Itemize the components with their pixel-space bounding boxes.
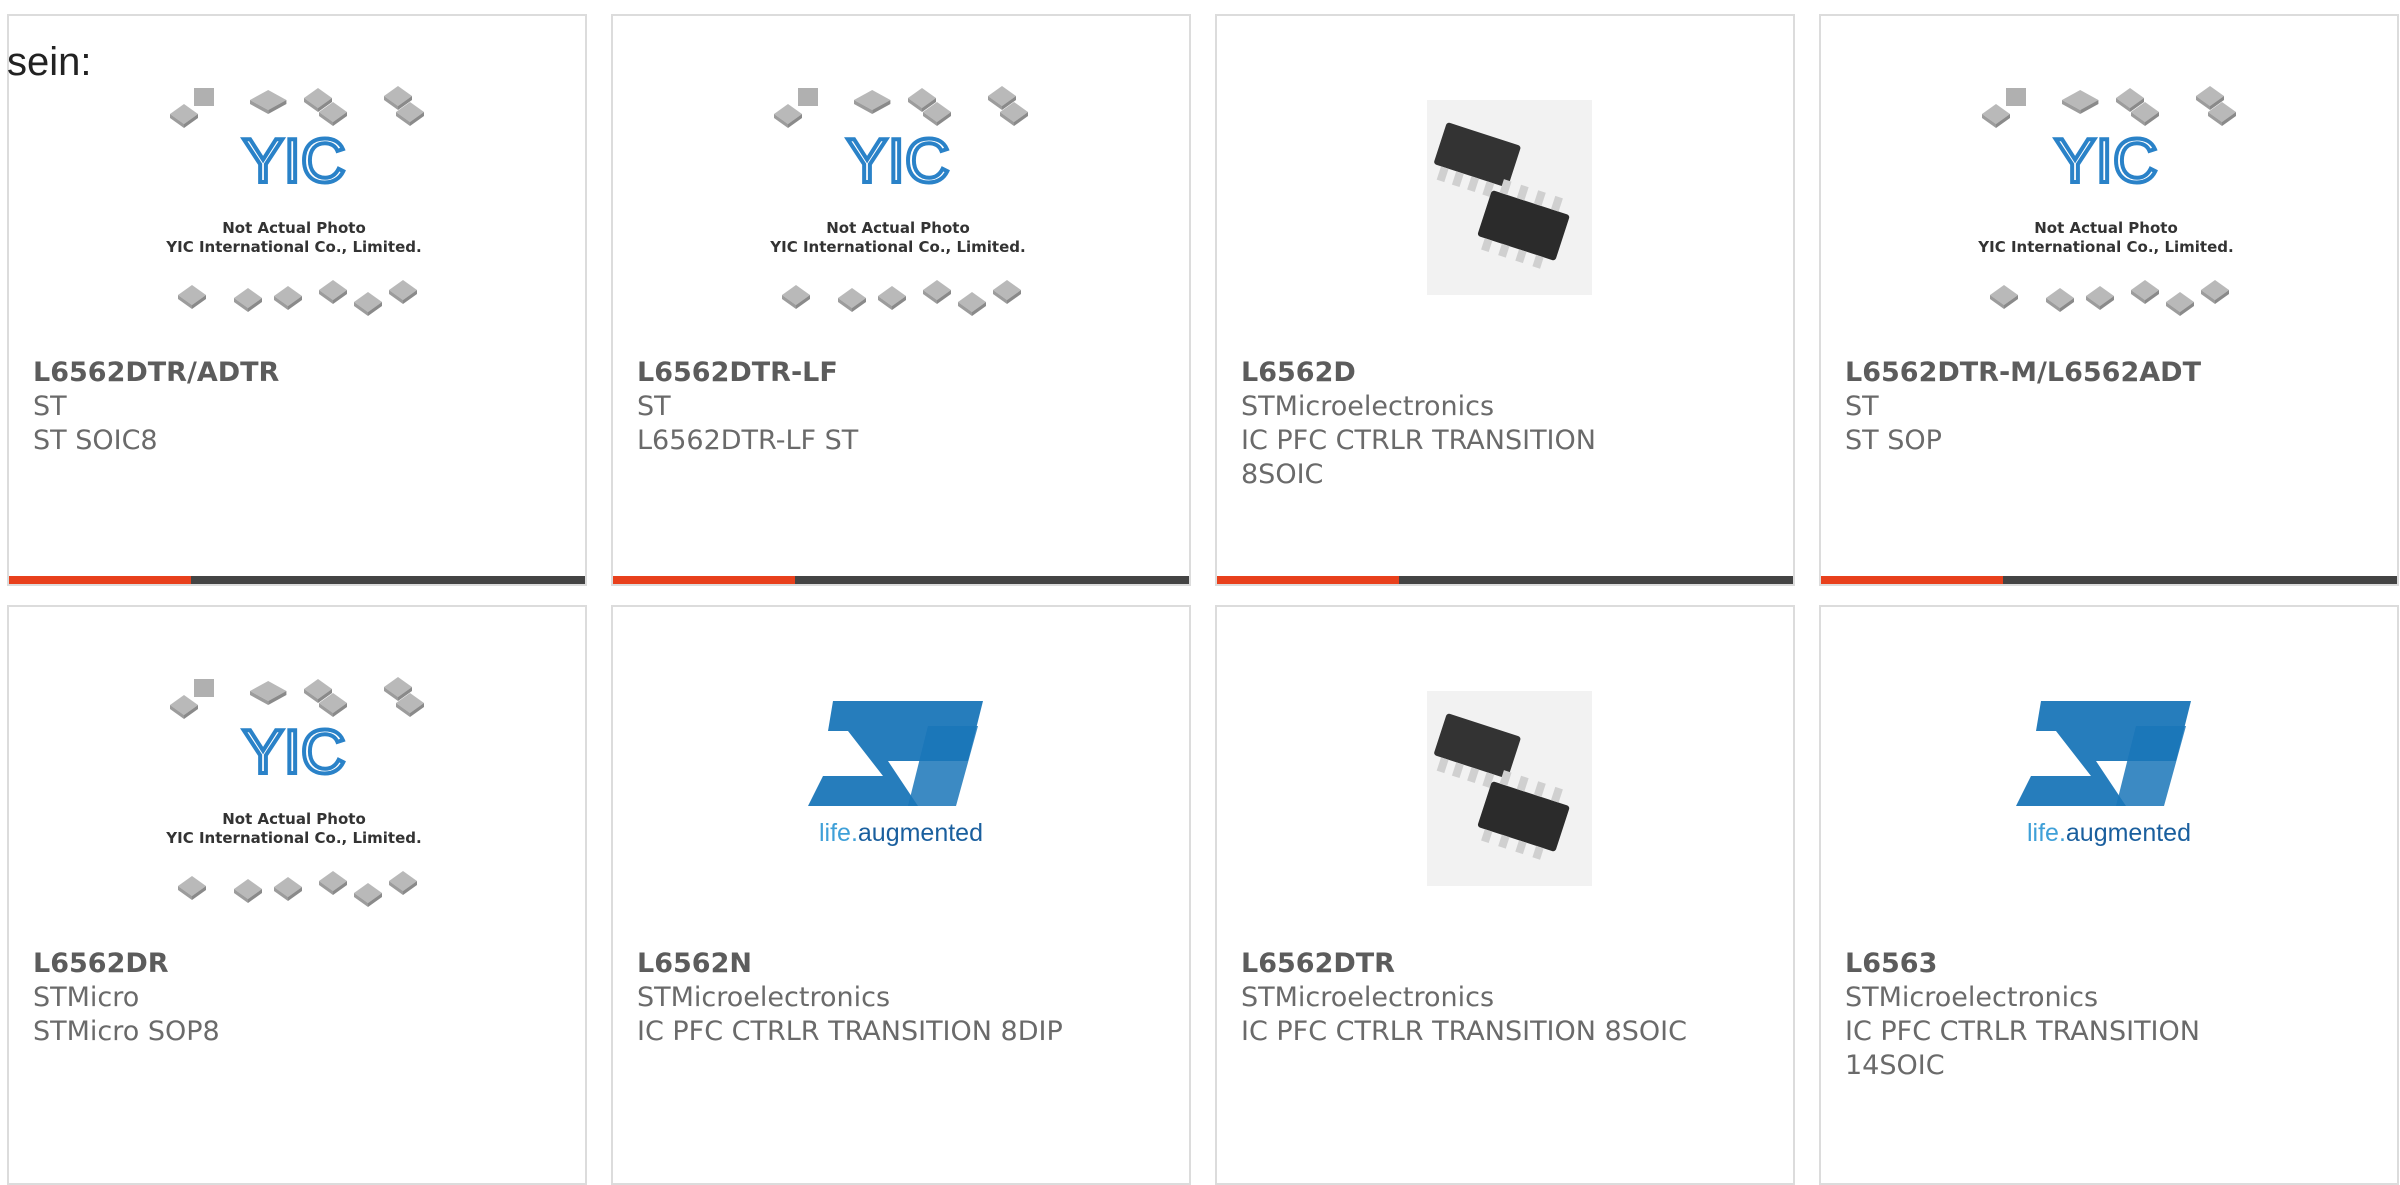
part-number[interactable]: L6562DTR-LF: [637, 356, 1173, 390]
product-image: life.augmented: [1821, 671, 2397, 951]
svg-text:Not Actual Photo: Not Actual Photo: [2034, 219, 2178, 237]
product-info: L6562DTR/ADTR ST ST SOIC8: [33, 356, 569, 458]
accent-segment: [9, 576, 191, 584]
part-number[interactable]: L6562DR: [33, 947, 569, 981]
part-number[interactable]: L6562DTR/ADTR: [33, 356, 569, 390]
svg-text:life.augmented: life.augmented: [2027, 819, 2191, 847]
yic-placeholder-icon: YIC Not Actual Photo YIC International C…: [165, 677, 424, 907]
manufacturer: ST: [637, 391, 671, 422]
product-info: L6562DTR STMicroelectronics IC PFC CTRLR…: [1241, 947, 1777, 1049]
manufacturer: STMicroelectronics: [1845, 982, 2099, 1013]
product-card[interactable]: life.augmented L6563 STMicroelectronics …: [1819, 605, 2399, 1185]
manufacturer: STMicroelectronics: [637, 982, 891, 1013]
st-logo-icon: ST life.augmented: [808, 701, 983, 847]
part-number[interactable]: L6562N: [637, 947, 1173, 981]
svg-text:YIC: YIC: [2054, 127, 2157, 196]
product-info: L6562N STMicroelectronics IC PFC CTRLR T…: [637, 947, 1173, 1049]
accent-segment: [1821, 576, 2003, 584]
product-image: ST life.augmented: [613, 671, 1189, 951]
manufacturer: STMicroelectronics: [1241, 982, 1495, 1013]
product-info: L6562DTR-LF ST L6562DTR-LF ST: [637, 356, 1173, 458]
svg-text:YIC: YIC: [242, 127, 345, 196]
manufacturer: ST: [33, 391, 67, 422]
product-image: YIC Not Actual Photo YIC International C…: [1821, 80, 2397, 360]
svg-text:YIC International Co., Limited: YIC International Co., Limited.: [165, 238, 421, 256]
card-accent-bar: [613, 576, 1189, 584]
card-accent-bar: [9, 576, 585, 584]
product-image: YIC Not Actual Photo YIC International C…: [9, 80, 585, 360]
st-logo-icon: life.augmented: [2016, 701, 2191, 847]
product-info: L6562DR STMicro STMicro SOP8: [33, 947, 569, 1049]
description: IC PFC CTRLR TRANSITION 8SOIC: [1241, 425, 1596, 490]
yic-placeholder-icon: YIC Not Actual Photo YIC International C…: [1977, 86, 2236, 316]
part-number[interactable]: L6562DTR-M/L6562ADT: [1845, 356, 2381, 390]
description: IC PFC CTRLR TRANSITION 8DIP: [637, 1016, 1063, 1047]
yic-placeholder-icon: YIC Not Actual Photo YIC International C…: [165, 86, 424, 316]
soic-chip-icon: [1427, 100, 1592, 295]
accent-segment: [613, 576, 795, 584]
product-card[interactable]: YIC Not Actual Photo YIC International C…: [7, 605, 587, 1185]
product-card[interactable]: L6562D STMicroelectronics IC PFC CTRLR T…: [1215, 14, 1795, 586]
svg-text:Not Actual Photo: Not Actual Photo: [222, 810, 366, 828]
description: L6562DTR-LF ST: [637, 425, 859, 456]
product-image: YIC Not Actual Photo YIC International C…: [9, 671, 585, 951]
product-card[interactable]: YIC Not Actual Photo YIC International C…: [1819, 14, 2399, 586]
part-number[interactable]: L6563: [1845, 947, 2381, 981]
part-number[interactable]: L6562D: [1241, 356, 1777, 390]
svg-text:YIC International Co., Limited: YIC International Co., Limited.: [165, 829, 421, 847]
description: IC PFC CTRLR TRANSITION 14SOIC: [1845, 1016, 2200, 1081]
product-image: [1217, 671, 1793, 951]
description: IC PFC CTRLR TRANSITION 8SOIC: [1241, 1016, 1687, 1047]
svg-text:YIC International Co., Limited: YIC International Co., Limited.: [769, 238, 1025, 256]
soic-chip-icon: [1427, 691, 1592, 886]
svg-text:Not Actual Photo: Not Actual Photo: [826, 219, 970, 237]
product-image: YIC Not Actual Photo YIC International C…: [613, 80, 1189, 360]
svg-text:life.augmented: life.augmented: [819, 819, 983, 847]
yic-placeholder-icon: YIC Not Actual Photo YIC International C…: [769, 86, 1028, 316]
svg-text:YIC: YIC: [846, 127, 949, 196]
product-info: L6562D STMicroelectronics IC PFC CTRLR T…: [1241, 356, 1777, 492]
card-accent-bar: [1821, 576, 2397, 584]
product-card[interactable]: YIC Not Actual Photo YIC International C…: [7, 14, 587, 586]
accent-segment: [1217, 576, 1399, 584]
manufacturer: STMicro: [33, 982, 140, 1013]
product-info: L6562DTR-M/L6562ADT ST ST SOP: [1845, 356, 2381, 458]
card-accent-bar: [1217, 576, 1793, 584]
product-card[interactable]: YIC Not Actual Photo YIC International C…: [611, 14, 1191, 586]
description: ST SOP: [1845, 425, 1942, 456]
product-image: [1217, 80, 1793, 360]
svg-text:YIC International Co., Limited: YIC International Co., Limited.: [1977, 238, 2233, 256]
product-card[interactable]: L6562DTR STMicroelectronics IC PFC CTRLR…: [1215, 605, 1795, 1185]
svg-text:YIC: YIC: [242, 718, 345, 787]
intro-text: sein:: [7, 40, 92, 84]
description: ST SOIC8: [33, 425, 158, 456]
svg-text:Not Actual Photo: Not Actual Photo: [222, 219, 366, 237]
product-info: L6563 STMicroelectronics IC PFC CTRLR TR…: [1845, 947, 2381, 1083]
product-card[interactable]: ST life.augmented L6562N STMicroelectron…: [611, 605, 1191, 1185]
manufacturer: STMicroelectronics: [1241, 391, 1495, 422]
part-number[interactable]: L6562DTR: [1241, 947, 1777, 981]
description: STMicro SOP8: [33, 1016, 220, 1047]
manufacturer: ST: [1845, 391, 1879, 422]
